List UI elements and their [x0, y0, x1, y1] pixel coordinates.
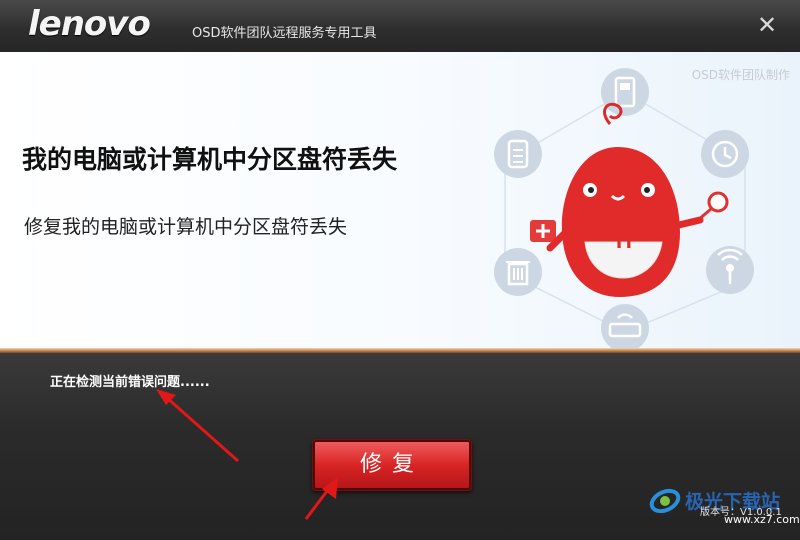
- title-bar: lenovo OSD软件团队远程服务专用工具 ✕: [0, 0, 800, 52]
- app-window: lenovo OSD软件团队远程服务专用工具 ✕ OSD软件团队制作 我的电脑或…: [0, 0, 800, 540]
- mascot: [546, 102, 704, 297]
- router-icon: [601, 304, 649, 348]
- mascot-letter: H: [616, 228, 632, 253]
- trash-icon: [494, 248, 542, 296]
- watermark-logo-icon: [649, 488, 681, 514]
- bottom-panel: 正在检测当前错误问题...... 修复 极光下载站 www.xz7.com 版本…: [0, 353, 800, 540]
- search-icon: [697, 191, 729, 222]
- document-icon: [494, 130, 542, 178]
- clock-icon: [701, 130, 749, 178]
- app-title: OSD软件团队远程服务专用工具: [192, 26, 377, 41]
- wifi-icon: [706, 246, 754, 294]
- mascot-illustration: H: [494, 68, 754, 348]
- phone-icon: [601, 68, 649, 116]
- version-label: 版本号：V1.0.0.1: [700, 507, 782, 518]
- close-button[interactable]: ✕: [754, 12, 780, 38]
- problem-title: 我的电脑或计算机中分区盘符丢失: [22, 145, 398, 174]
- status-text: 正在检测当前错误问题......: [50, 375, 210, 390]
- banner: OSD软件团队制作 我的电脑或计算机中分区盘符丢失 修复我的电脑或计算机中分区盘…: [0, 52, 800, 348]
- first-aid-icon: [530, 220, 556, 242]
- repair-button[interactable]: 修复: [312, 439, 472, 491]
- problem-subtitle: 修复我的电脑或计算机中分区盘符丢失: [24, 216, 348, 238]
- lenovo-logo: lenovo: [28, 4, 151, 44]
